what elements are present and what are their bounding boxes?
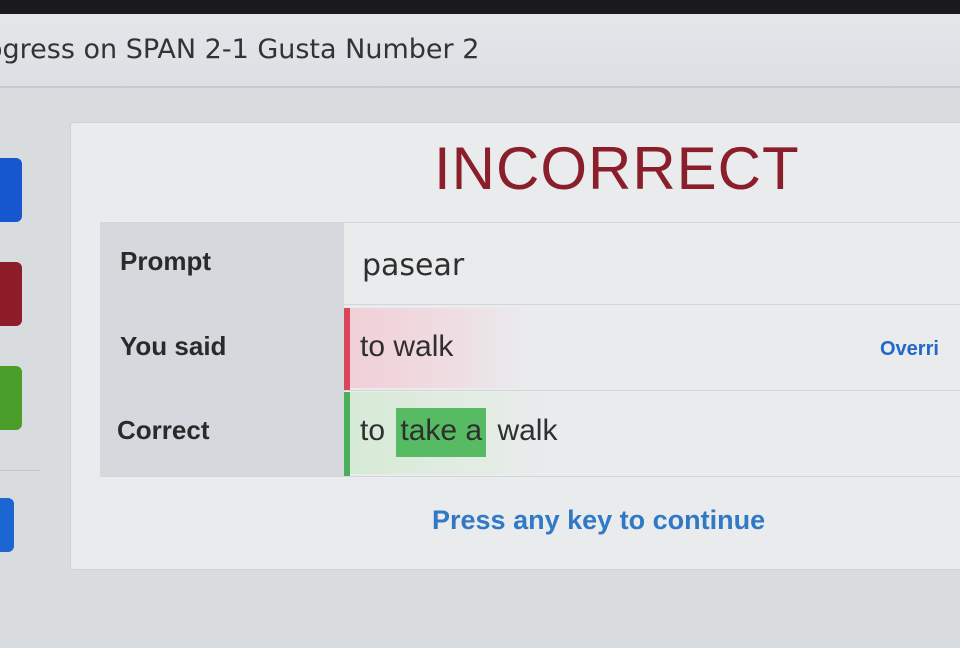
continue-prompt: Press any key to continue <box>432 505 766 535</box>
page-title: ogress on SPAN 2-1 Gusta Number 2 <box>0 34 480 65</box>
row-divider <box>100 304 960 305</box>
override-link[interactable]: Overri <box>880 338 939 361</box>
correct-label: Correct <box>117 415 210 445</box>
you-said-label: You said <box>120 331 227 361</box>
correct-indicator-bar <box>344 392 350 476</box>
side-button-red[interactable] <box>0 262 22 326</box>
side-button-green[interactable] <box>0 366 22 430</box>
correct-text-highlight: take a <box>396 408 487 457</box>
page-header: ogress on SPAN 2-1 Gusta Number 2 <box>0 14 960 88</box>
correct-text-before: to <box>360 414 386 447</box>
row-divider <box>100 476 960 477</box>
prompt-label: Prompt <box>120 246 211 276</box>
side-divider <box>0 470 40 471</box>
correct-value: to take a walk <box>360 408 558 457</box>
prompt-value: pasear <box>362 248 465 283</box>
verdict-heading: INCORRECT <box>434 135 800 202</box>
row-divider <box>100 390 960 391</box>
side-button-blue-lower[interactable] <box>0 498 14 552</box>
correct-text-after: walk <box>497 414 558 447</box>
screen-bezel <box>0 0 960 14</box>
you-said-value: to walk <box>360 330 454 363</box>
side-button-blue[interactable] <box>0 158 22 222</box>
row-divider <box>100 222 960 223</box>
incorrect-indicator-bar <box>344 308 350 390</box>
